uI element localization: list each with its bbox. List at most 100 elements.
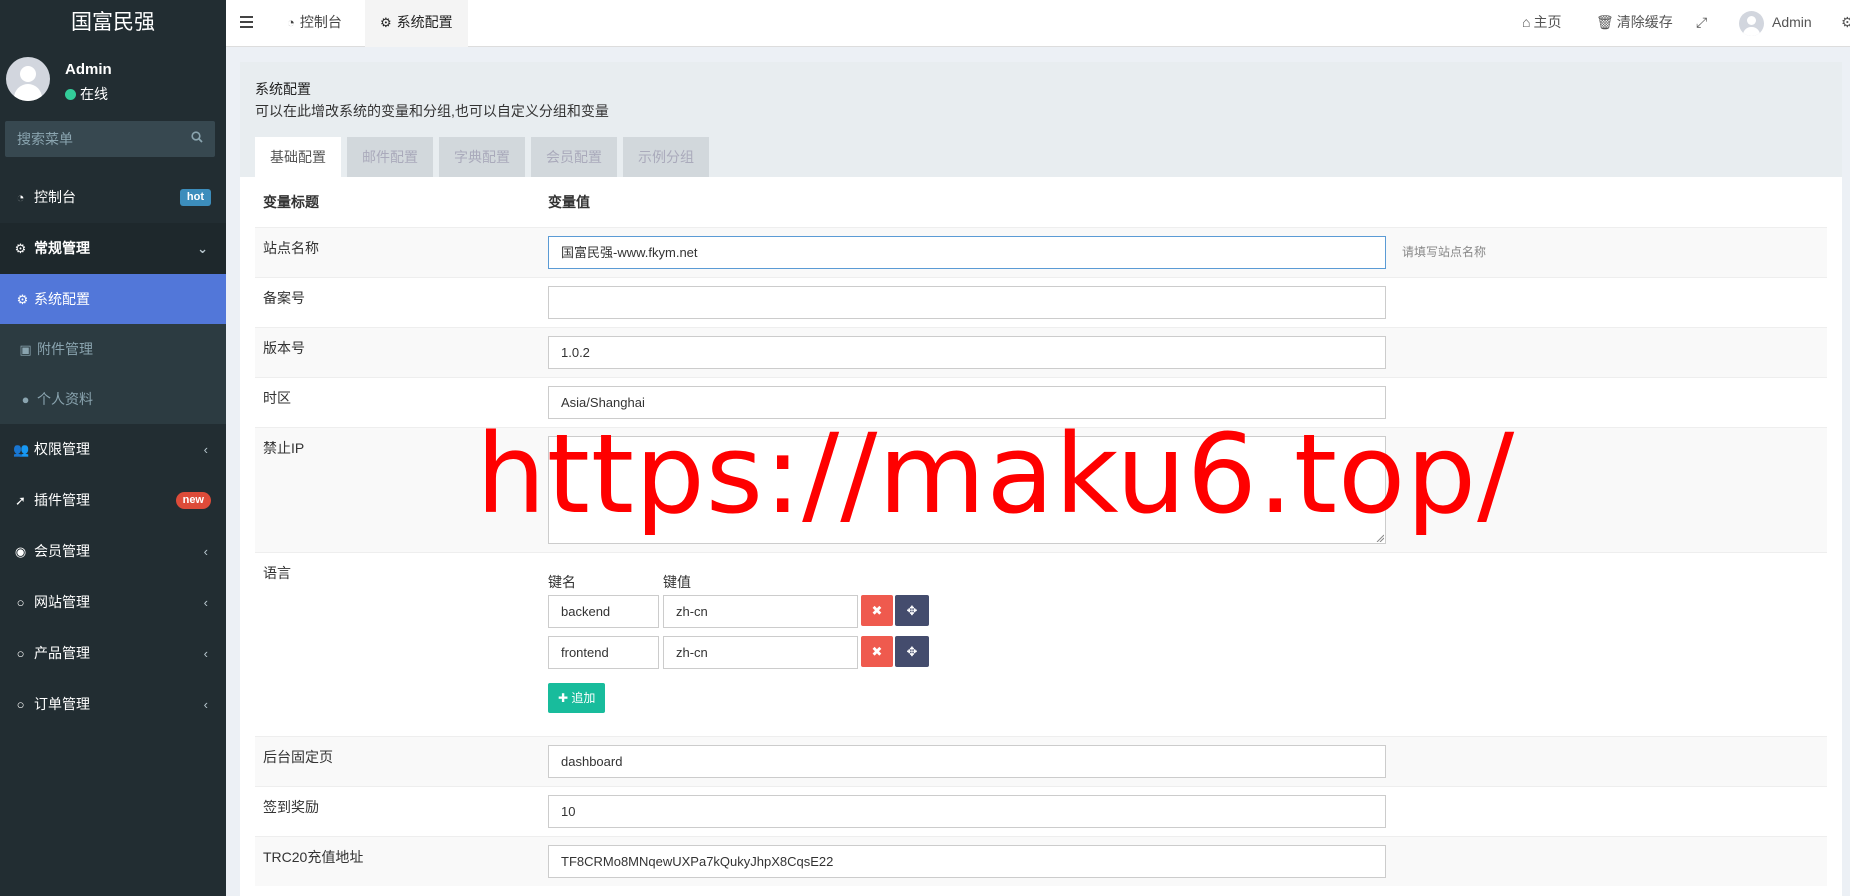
move-row-button[interactable]: ✥ [895, 635, 929, 667]
chevron-left-icon: ‹ [203, 697, 208, 712]
move-row-button[interactable]: ✥ [895, 594, 929, 626]
language-value-input[interactable]: zh-cn [663, 594, 858, 628]
chevron-left-icon: ‹ [203, 595, 208, 610]
user-panel: Admin 在线 [0, 45, 226, 115]
image-icon: ▣ [19, 342, 32, 357]
header-user[interactable]: Admin [1739, 0, 1812, 47]
cogs-icon: ⚙ [14, 241, 27, 256]
submenu-general: ⚙ 系统配置 ▣ 附件管理 ● 个人资料 [0, 274, 226, 424]
language-value-input[interactable]: zh-cn [663, 635, 858, 669]
menu-toggle-icon[interactable] [240, 16, 253, 28]
table-row: 站点名称 国富民强-www.fkym.net 请填写站点名称 [255, 226, 1827, 277]
dashboard-icon: ◔ [287, 15, 295, 30]
table-row: TRC20充值地址 TF8CRMo8MNqewUXPa7kQukyJhpX8Cq… [255, 835, 1827, 886]
version-label: 版本号 [255, 326, 540, 377]
group-icon: 👥 [13, 442, 30, 457]
user-status: 在线 [65, 84, 108, 104]
column-header-value: 变量值 [548, 193, 590, 210]
site-name-input[interactable]: 国富民强-www.fkym.net [548, 235, 1386, 269]
sidebar-item-permissions[interactable]: 👥 权限管理 ‹ [0, 424, 226, 475]
circle-icon: ○ [16, 646, 25, 661]
app-logo[interactable]: 国富民强 [0, 0, 226, 45]
dashboard-icon: ◔ [16, 190, 25, 205]
gear-icon: ⚙ [16, 292, 29, 307]
chevron-left-icon: ‹ [203, 442, 208, 457]
add-row-button[interactable]: ✚ 追加 [548, 682, 606, 713]
language-key-input[interactable]: backend [548, 594, 659, 628]
sidebar-item-attachments[interactable]: ▣ 附件管理 [0, 324, 226, 374]
table-row: 后台固定页 dashboard [255, 735, 1827, 786]
tab-dictionary[interactable]: 字典配置 [439, 137, 525, 177]
beian-label: 备案号 [255, 276, 540, 327]
version-input[interactable]: 1.0.2 [548, 335, 1386, 369]
delete-row-button[interactable]: ✖ [861, 635, 893, 667]
panel-heading: 系统配置 可以在此增改系统的变量和分组,也可以自定义分组和变量 基础配置 邮件配… [240, 62, 1842, 177]
circle-icon: ○ [16, 697, 25, 712]
signin-reward-label: 签到奖励 [255, 785, 540, 836]
kv-row: backend zh-cn ✖ ✥ [548, 594, 1386, 636]
avatar [6, 57, 50, 101]
sidebar: 国富民强 Admin 在线 ◔控制台 hot ⚙常规管理 ⌄ ⚙系统配置 ▣附件… [0, 0, 226, 896]
search-icon[interactable] [191, 131, 203, 143]
sidebar-item-members[interactable]: ◉ 会员管理 ‹ [0, 526, 226, 577]
top-header: ◔ 控制台 ⚙ 系统配置 ⌂ 主页 🗑 清除缓存 ⤢ Admin ⚙ [226, 0, 1850, 47]
circle-icon: ○ [16, 595, 25, 610]
settings-gear-icon[interactable]: ⚙ [1841, 0, 1850, 47]
delete-row-button[interactable]: ✖ [861, 594, 893, 626]
home-link[interactable]: ⌂ 主页 [1522, 0, 1561, 47]
hot-badge: hot [179, 189, 211, 206]
sidebar-item-website[interactable]: ○ 网站管理 ‹ [0, 577, 226, 628]
sidebar-item-system-config[interactable]: ⚙ 系统配置 [0, 274, 226, 324]
sidebar-search [5, 121, 215, 157]
user-icon: ● [21, 392, 30, 407]
sidebar-item-plugins[interactable]: ➚ 插件管理 new [0, 475, 226, 526]
column-header-title: 变量标题 [263, 193, 319, 210]
page-title: 系统配置 [255, 81, 311, 97]
user-name: Admin [65, 61, 112, 78]
avatar [1739, 10, 1764, 36]
chevron-left-icon: ‹ [203, 646, 208, 661]
table-row: 版本号 1.0.2 [255, 326, 1827, 377]
site-name-label: 站点名称 [255, 226, 540, 277]
language-key-input[interactable]: frontend [548, 635, 659, 669]
plus-icon: ✚ [558, 690, 572, 705]
trash-icon: 🗑 [1596, 14, 1614, 30]
language-label: 语言 [255, 551, 540, 736]
beian-input[interactable] [548, 285, 1386, 319]
search-input[interactable] [5, 121, 215, 157]
tab-email[interactable]: 邮件配置 [347, 137, 433, 177]
online-dot-icon [65, 89, 76, 100]
sidebar-item-profile[interactable]: ● 个人资料 [0, 374, 226, 424]
table-row: 语言 键名 键值 backend zh-cn ✖ ✥ frontend zh-cn… [255, 551, 1827, 736]
page-description: 可以在此增改系统的变量和分组,也可以自定义分组和变量 [255, 103, 609, 119]
table-row: 备案号 [255, 276, 1827, 327]
chevron-left-icon: ‹ [203, 544, 208, 559]
kv-header: 键名 键值 [548, 573, 691, 590]
tab-member[interactable]: 会员配置 [531, 137, 617, 177]
tab-dashboard[interactable]: ◔ 控制台 [272, 0, 357, 47]
rocket-icon: ➚ [15, 493, 26, 508]
sidebar-item-dashboard[interactable]: ◔ 控制台 hot [0, 172, 226, 223]
signin-reward-input[interactable]: 10 [548, 794, 1386, 828]
kv-row: frontend zh-cn ✖ ✥ [548, 635, 1386, 677]
sidebar-item-products[interactable]: ○ 产品管理 ‹ [0, 628, 226, 679]
site-name-tip: 请填写站点名称 [1394, 226, 1827, 277]
config-tabs: 基础配置 邮件配置 字典配置 会员配置 示例分组 [255, 137, 715, 177]
watermark-overlay: https://maku6.top/ [476, 410, 1516, 538]
home-icon: ⌂ [1522, 14, 1531, 30]
fixed-page-input[interactable]: dashboard [548, 744, 1386, 778]
sidebar-item-general[interactable]: ⚙ 常规管理 ⌄ [0, 223, 226, 274]
sidebar-item-orders[interactable]: ○ 订单管理 ‹ [0, 679, 226, 730]
trc20-input[interactable]: TF8CRMo8MNqewUXPa7kQukyJhpX8CqsE22 [548, 844, 1386, 878]
tab-example[interactable]: 示例分组 [623, 137, 709, 177]
tab-system-config[interactable]: ⚙ 系统配置 [365, 0, 468, 47]
gear-icon: ⚙ [380, 15, 392, 30]
clear-cache-link[interactable]: 🗑 清除缓存 [1596, 0, 1673, 47]
new-badge: new [175, 492, 211, 509]
fixed-page-label: 后台固定页 [255, 735, 540, 786]
tab-basic[interactable]: 基础配置 [255, 137, 341, 177]
user-circle-icon: ◉ [14, 544, 27, 559]
sidebar-menu: ◔ 控制台 hot ⚙ 常规管理 ⌄ ⚙ 系统配置 ▣ 附件管理 ● 个人资料 👥 权限管理… [0, 172, 226, 730]
fullscreen-icon[interactable]: ⤢ [1696, 0, 1707, 47]
chevron-down-icon: ⌄ [197, 241, 208, 256]
